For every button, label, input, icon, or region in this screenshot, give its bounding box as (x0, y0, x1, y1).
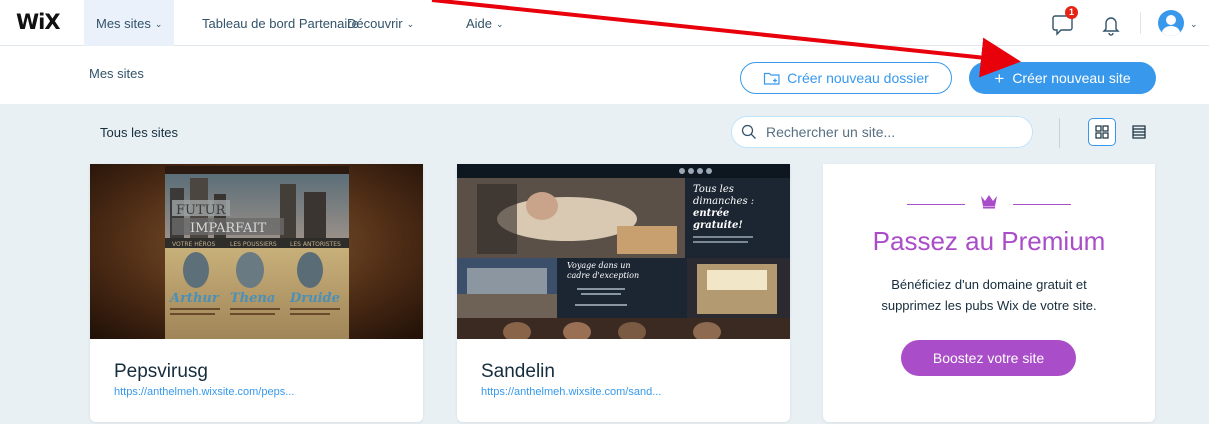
site-thumbnail[interactable]: FUTUR IMPARFAIT VOTRE HÉROS LES POUSSIER… (90, 164, 423, 339)
site-thumbnail-image: Tous les dimanches : entrée gratuite! Vo… (457, 164, 790, 339)
site-url-link[interactable]: https://anthelmeh.wixsite.com/sand... (481, 386, 661, 398)
thumb-nav-3: LES ANTORISTES (290, 241, 341, 248)
toolbar-divider (1059, 118, 1060, 148)
premium-description-line: supprimez les pubs Wix de votre site. (881, 298, 1097, 313)
sub-header: Mes sites Créer nouveau dossier + Créer n… (0, 46, 1209, 104)
list-view-button[interactable] (1125, 118, 1153, 146)
nav-discover-label: Découvrir (347, 16, 403, 31)
chevron-down-icon: ⌄ (154, 19, 163, 29)
premium-description-line: Bénéficiez d'un domaine gratuit et (891, 277, 1087, 292)
site-thumbnail-image: FUTUR IMPARFAIT VOTRE HÉROS LES POUSSIER… (90, 164, 423, 339)
chevron-down-icon: ⌄ (406, 19, 415, 29)
nav-help[interactable]: Aide ⌄ (466, 0, 504, 46)
premium-divider (1013, 204, 1071, 205)
thumb-voyage-1: Voyage dans un (567, 261, 631, 270)
create-folder-button[interactable]: Créer nouveau dossier (740, 62, 952, 94)
premium-description: Bénéficiez d'un domaine gratuit et suppr… (823, 274, 1155, 316)
create-site-button[interactable]: + Créer nouveau site (969, 62, 1156, 94)
bell-icon (1102, 17, 1120, 36)
premium-divider (907, 204, 965, 205)
thumb-headline-1: Tous les (693, 184, 734, 195)
inbox-button[interactable]: 1 (1050, 0, 1080, 46)
thumb-headline-4: gratuite! (693, 220, 743, 231)
search-icon (741, 124, 756, 139)
page-title: Mes sites (89, 66, 144, 81)
nav-discover[interactable]: Découvrir ⌄ (347, 0, 414, 46)
nav-partner-dashboard-label: Tableau de bord Partenaire (202, 16, 359, 31)
search-input[interactable] (766, 117, 1021, 147)
chevron-down-icon[interactable]: ⌄ (1190, 19, 1198, 30)
nav-partner-dashboard[interactable]: Tableau de bord Partenaire (202, 0, 359, 46)
premium-title: Passez au Premium (872, 226, 1106, 256)
avatar[interactable] (1158, 10, 1184, 36)
top-nav: WiX Mes sites ⌄ Tableau de bord Partenair… (0, 0, 1209, 46)
premium-card: Passez au Premium Bénéficiez d'un domain… (823, 164, 1155, 422)
thumb-hero-2: Thena (230, 291, 275, 306)
site-card[interactable]: FUTUR IMPARFAIT VOTRE HÉROS LES POUSSIER… (90, 164, 423, 422)
notifications-button[interactable] (1100, 0, 1122, 46)
site-thumbnail[interactable]: Tous les dimanches : entrée gratuite! Vo… (457, 164, 790, 339)
thumb-nav-1: VOTRE HÉROS (172, 240, 215, 248)
create-site-label: Créer nouveau site (1012, 70, 1131, 86)
thumb-hero-1: Arthur (168, 291, 220, 306)
grid-view-button[interactable] (1088, 118, 1116, 146)
search-box[interactable] (731, 116, 1033, 148)
create-folder-label: Créer nouveau dossier (787, 70, 929, 86)
thumb-title-2: IMPARFAIT (190, 221, 267, 236)
nav-my-sites[interactable]: Mes sites ⌄ (84, 0, 175, 46)
site-card[interactable]: Tous les dimanches : entrée gratuite! Vo… (457, 164, 790, 422)
upgrade-button[interactable]: Boostez votre site (901, 340, 1076, 376)
grid-icon (1095, 125, 1109, 139)
nav-help-label: Aide (466, 16, 493, 31)
thumb-headline-3: entrée (693, 208, 729, 219)
thumb-voyage-2: cadre d'exception (567, 271, 639, 280)
thumb-hero-3: Druide (289, 291, 340, 306)
wix-logo[interactable]: WiX (16, 10, 61, 34)
site-name[interactable]: Pepsvirusg (114, 361, 208, 383)
plus-icon: + (994, 69, 1005, 88)
folder-plus-icon (764, 72, 780, 85)
crown-icon (981, 195, 997, 209)
filter-label[interactable]: Tous les sites (100, 125, 178, 140)
thumb-nav-2: LES POUSSIERS (230, 241, 277, 248)
notification-badge: 1 (1065, 6, 1078, 19)
sites-area: Tous les sites Rechercher un site... FUT… (0, 104, 1209, 424)
thumb-headline-2: dimanches : (693, 196, 754, 207)
site-url-link[interactable]: https://anthelmeh.wixsite.com/peps... (114, 386, 294, 398)
nav-separator (1140, 12, 1141, 34)
thumb-title-1: FUTUR (176, 203, 227, 218)
chevron-down-icon: ⌄ (496, 19, 504, 29)
list-icon (1132, 125, 1146, 139)
nav-my-sites-label: Mes sites (96, 16, 151, 31)
site-name[interactable]: Sandelin (481, 361, 555, 383)
